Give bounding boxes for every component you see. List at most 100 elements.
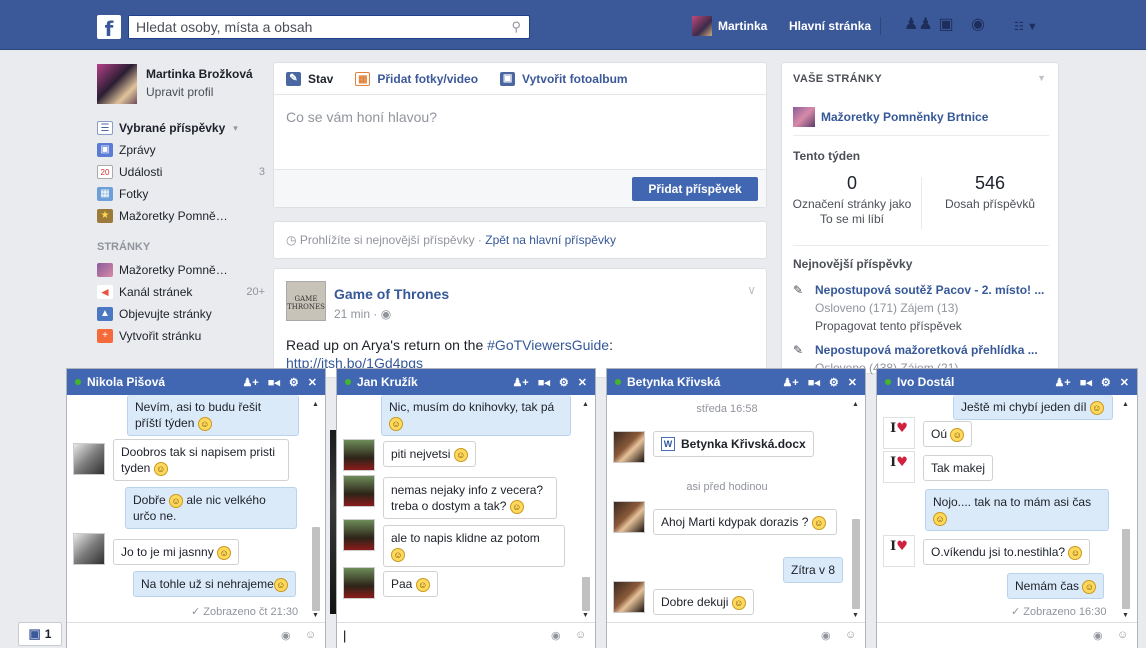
close-icon[interactable]: ✕ (848, 376, 857, 389)
contact-avatar[interactable] (73, 443, 105, 475)
sidebar-item-discover-pages[interactable]: ▲ Objevujte stránky (97, 303, 265, 325)
chat-header[interactable]: Jan Kružík ♟+ ■◂ ⚙ ✕ (337, 369, 595, 395)
promote-post-link[interactable]: Propagovat tento příspěvek (815, 319, 1045, 333)
friend-requests-icon[interactable]: ♟♟ (904, 16, 933, 34)
sidebar-item-group[interactable]: ★ Mažoretky Pomně… (97, 205, 265, 227)
camera-icon[interactable]: ◉ (551, 629, 561, 642)
page-logo[interactable]: GAME THRONES (286, 281, 326, 321)
sidebar-item-events[interactable]: 20 Události 3 (97, 161, 265, 183)
close-icon[interactable]: ✕ (1120, 376, 1129, 389)
contact-avatar[interactable] (343, 519, 375, 551)
contact-avatar[interactable] (613, 501, 645, 533)
chevron-down-icon[interactable]: ▼ (1037, 73, 1046, 83)
chat-header[interactable]: Ivo Dostál ♟+ ■◂ ⚙ ✕ (877, 369, 1137, 395)
add-friend-icon[interactable]: ♟+ (512, 376, 528, 389)
camera-icon[interactable]: ◉ (281, 629, 291, 642)
chat-messages[interactable]: Nic, musím do knihovky, tak pá ☺ piti ne… (337, 395, 595, 623)
chat-messages[interactable]: Nevím, asi to budu řešit příští týden ☺ … (67, 395, 325, 623)
chat-messages[interactable]: středa 16:58 W Betynka Křivská.docx asi p… (607, 395, 865, 623)
contact-avatar[interactable] (343, 439, 375, 471)
camera-icon[interactable]: ◉ (1093, 629, 1103, 642)
contact-avatar[interactable] (73, 533, 105, 565)
gear-icon[interactable]: ⚙ (559, 376, 569, 389)
chat-input[interactable]: ◉ ☺ (607, 622, 865, 648)
stat-post-reach[interactable]: 546 Dosah příspěvků (926, 173, 1054, 212)
contact-avatar[interactable]: I♥ (883, 417, 915, 449)
search-input[interactable] (129, 16, 499, 38)
stat-divider (921, 177, 922, 229)
post-button[interactable]: Přidat příspěvek (632, 177, 758, 201)
recent-post-item[interactable]: ✎ Nepostupová soutěž Pacov - 2. místo! .… (793, 283, 1045, 333)
tab-create-album[interactable]: ▣ Vytvořit fotoalbum (500, 71, 628, 86)
post-page-name[interactable]: Game of Thrones (334, 286, 449, 302)
contact-avatar[interactable] (343, 475, 375, 507)
chat-input[interactable]: ◉ ☺ (877, 622, 1137, 648)
video-call-icon[interactable]: ■◂ (268, 376, 280, 389)
chat-header[interactable]: Nikola Pišová ♟+ ■◂ ⚙ ✕ (67, 369, 325, 395)
profile-picture[interactable] (97, 64, 137, 104)
add-friend-icon[interactable]: ♟+ (1054, 376, 1070, 389)
your-page-link[interactable]: Mažoretky Pomněnky Brtnice (793, 107, 988, 127)
sidebar-item-pages-feed[interactable]: ◄ Kanál stránek 20+ (97, 281, 265, 303)
search-icon[interactable]: ⚲ (511, 19, 521, 35)
tab-status[interactable]: ✎ Stav (286, 71, 333, 86)
gear-icon[interactable]: ⚙ (829, 376, 839, 389)
chat-input[interactable]: ◉ ☺ (67, 622, 325, 648)
chat-scrollbar[interactable]: ▲ ▼ (851, 399, 861, 619)
contact-avatar[interactable]: I♥ (883, 451, 915, 483)
nav-home-link[interactable]: Hlavní stránka (789, 19, 871, 33)
add-friend-icon[interactable]: ♟+ (782, 376, 798, 389)
search-box[interactable]: ⚲ (128, 15, 530, 39)
notifications-globe-icon[interactable]: ◉ (968, 16, 988, 34)
contact-avatar[interactable] (613, 431, 645, 463)
facebook-logo[interactable]: f (97, 15, 121, 39)
video-call-icon[interactable]: ■◂ (808, 376, 820, 389)
chevron-down-icon[interactable]: ∨ (747, 283, 756, 297)
group-star-icon: ★ (97, 209, 113, 223)
contact-avatar[interactable] (343, 567, 375, 599)
contact-avatar[interactable] (613, 581, 645, 613)
hashtag-link[interactable]: #GoTViewersGuide (487, 337, 609, 353)
file-attachment[interactable]: W Betynka Křivská.docx (653, 431, 814, 457)
settings-menu-icon[interactable]: ☷ ▼ (1014, 20, 1038, 33)
emoji-picker-icon[interactable]: ☺ (305, 629, 316, 641)
chevron-down-icon[interactable]: ▾ (233, 123, 238, 134)
messages-icon[interactable]: ▣ (936, 16, 956, 34)
close-icon[interactable]: ✕ (308, 376, 317, 389)
chat-input[interactable]: | ◉ ☺ (337, 622, 595, 648)
post-text: Read up on Arya's return on the #GoTView… (286, 337, 613, 353)
sidebar-item-create-page[interactable]: + Vytvořit stránku (97, 325, 265, 347)
emoji-picker-icon[interactable]: ☺ (1117, 629, 1128, 641)
stat-page-likes[interactable]: 0 Označení stránky jako To se mi líbí (788, 173, 916, 227)
contact-avatar[interactable]: I♥ (883, 535, 915, 567)
gear-icon[interactable]: ⚙ (289, 376, 299, 389)
chat-message: ale to napis klidne az potom ☺ (383, 525, 565, 567)
chat-scrollbar[interactable]: ▲ ▼ (581, 399, 591, 619)
back-to-top-stories-link[interactable]: Zpět na hlavní příspěvky (485, 233, 616, 247)
profile-name[interactable]: Martinka Brožková (146, 67, 253, 81)
chat-message: Doobros tak si napisem pristi tyden ☺ (113, 439, 289, 481)
chat-tab-button[interactable]: ▣ 1 (18, 622, 62, 646)
emoji-picker-icon[interactable]: ☺ (845, 629, 856, 641)
post-timestamp[interactable]: 21 min · ◉ (334, 307, 391, 321)
edit-profile-link[interactable]: Upravit profil (146, 85, 253, 99)
status-input[interactable]: Co se vám honí hlavou? (274, 95, 766, 169)
chat-scrollbar[interactable]: ▲ ▼ (1121, 399, 1131, 619)
sidebar-item-news-feed[interactable]: ☰ Vybrané příspěvky ▾ (97, 117, 265, 139)
sidebar-item-photos[interactable]: ▦ Fotky (97, 183, 265, 205)
video-call-icon[interactable]: ■◂ (538, 376, 550, 389)
sidebar-item-page[interactable]: Mažoretky Pomně… (97, 259, 265, 281)
camera-icon[interactable]: ◉ (821, 629, 831, 642)
nav-profile-link[interactable]: Martinka (692, 15, 767, 37)
gear-icon[interactable]: ⚙ (1101, 376, 1111, 389)
chat-scrollbar[interactable]: ▲ ▼ (311, 399, 321, 619)
add-friend-icon[interactable]: ♟+ (242, 376, 258, 389)
chat-header[interactable]: Betynka Křivská ♟+ ■◂ ⚙ ✕ (607, 369, 865, 395)
chat-window-betynka: Betynka Křivská ♟+ ■◂ ⚙ ✕ středa 16:58 W… (606, 368, 866, 648)
emoji-picker-icon[interactable]: ☺ (575, 629, 586, 641)
video-call-icon[interactable]: ■◂ (1080, 376, 1092, 389)
chat-messages[interactable]: Ještě mi chybí jeden díl ☺ I♥ Oú ☺ I♥ Ta… (877, 395, 1135, 623)
close-icon[interactable]: ✕ (578, 376, 587, 389)
tab-add-photo[interactable]: ▦ Přidat fotky/video (355, 71, 478, 86)
sidebar-item-messages[interactable]: ▣ Zprávy (97, 139, 265, 161)
